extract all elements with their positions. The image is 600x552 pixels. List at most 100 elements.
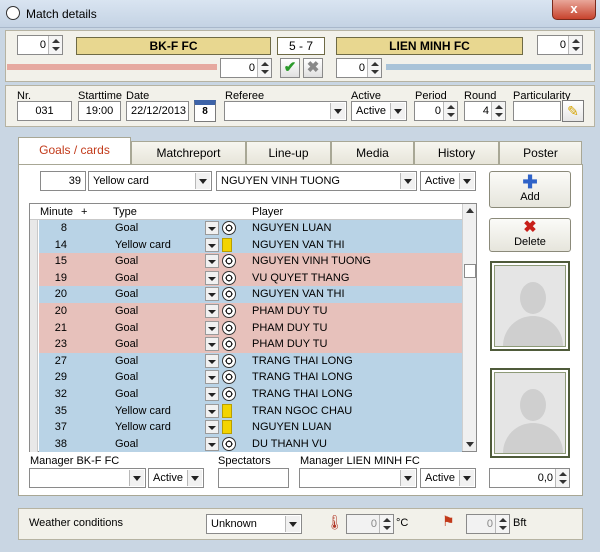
add-button[interactable]: ✚ Add	[489, 171, 571, 208]
home-score-spin[interactable]: 0	[17, 35, 63, 55]
row-minute: 15	[54, 255, 67, 268]
spin-arrows-icon[interactable]	[367, 59, 381, 77]
yellow-card-icon	[222, 420, 232, 435]
scrollbar-thumb[interactable]	[464, 264, 476, 278]
spin-arrows-icon[interactable]	[491, 102, 505, 120]
row-type: Goal	[115, 271, 139, 284]
table-row[interactable]: 35 Yellow card TRAN NGOC CHAU	[39, 402, 462, 420]
wind-spin[interactable]: 0	[466, 514, 510, 534]
manager-home-status-dropdown[interactable]: Active	[148, 468, 204, 488]
spin-arrows-icon[interactable]	[495, 515, 509, 533]
spin-arrows-icon[interactable]	[379, 515, 393, 533]
particularity-field[interactable]	[513, 101, 561, 121]
starttime-field[interactable]: 19:00	[78, 101, 121, 121]
delete-button[interactable]: ✖ Delete	[489, 218, 571, 252]
chevron-down-icon[interactable]	[205, 436, 219, 451]
table-row[interactable]: 8 Goal NGUYEN LUAN	[39, 220, 462, 237]
chevron-down-icon[interactable]	[400, 173, 415, 189]
weather-label: Weather conditions	[29, 517, 123, 529]
date-field[interactable]: 22/12/2013	[126, 101, 189, 121]
header-plus[interactable]: +	[81, 206, 87, 218]
rating-spin[interactable]: 0,0	[489, 468, 570, 488]
manager-away-status-dropdown[interactable]: Active	[420, 468, 476, 488]
table-row[interactable]: 23 Goal PHAM DUY TU	[39, 336, 462, 353]
player-dropdown[interactable]: NGUYEN VINH TUONG	[216, 171, 417, 191]
pencil-icon[interactable]: ✎	[562, 100, 584, 122]
close-button[interactable]: x	[552, 0, 596, 20]
chevron-down-icon[interactable]	[205, 370, 219, 385]
tab-line-up[interactable]: Line-up	[246, 141, 331, 165]
spin-arrows-icon[interactable]	[443, 102, 457, 120]
chevron-down-icon[interactable]	[205, 270, 219, 285]
calendar-icon[interactable]: 8	[194, 100, 216, 122]
tab-goals-cards[interactable]: Goals / cards	[18, 137, 131, 165]
table-row[interactable]: 21 Goal PHAM DUY TU	[39, 319, 462, 337]
away-score-spin[interactable]: 0	[537, 35, 583, 55]
row-player: DU THANH VU	[252, 437, 327, 450]
chevron-down-icon[interactable]	[205, 353, 219, 368]
chevron-down-icon[interactable]	[459, 470, 474, 486]
chevron-down-icon[interactable]	[285, 516, 300, 532]
manager-home-dropdown[interactable]	[29, 468, 146, 488]
table-row[interactable]: 20 Goal NGUYEN VAN THI	[39, 286, 462, 303]
chevron-down-icon[interactable]	[205, 420, 219, 435]
tab-history[interactable]: History	[414, 141, 499, 165]
chevron-down-icon[interactable]	[205, 304, 219, 318]
table-row[interactable]: 38 Goal DU THANH VU	[39, 435, 462, 452]
cross-icon[interactable]: ✖	[303, 58, 323, 78]
chevron-down-icon[interactable]	[390, 103, 405, 119]
chevron-down-icon[interactable]	[205, 237, 219, 252]
spectators-field[interactable]	[218, 468, 289, 488]
temperature-unit: °C	[396, 517, 409, 529]
spin-arrows-icon[interactable]	[555, 469, 569, 487]
chevron-down-icon[interactable]	[205, 337, 219, 352]
chevron-down-icon[interactable]	[205, 221, 219, 235]
ball-icon	[222, 353, 236, 368]
yellow-card-icon	[222, 237, 232, 252]
header-player[interactable]: Player	[252, 206, 283, 218]
chevron-down-icon[interactable]	[400, 470, 415, 486]
tab-poster[interactable]: Poster	[499, 141, 582, 165]
spin-arrows-icon[interactable]	[568, 36, 582, 54]
manager-away-dropdown[interactable]	[299, 468, 417, 488]
table-row[interactable]: 19 Goal VU QUYET THANG	[39, 269, 462, 287]
table-row[interactable]: 37 Yellow card NGUYEN LUAN	[39, 419, 462, 436]
chevron-down-icon[interactable]	[330, 103, 345, 119]
event-type-dropdown[interactable]: Yellow card	[88, 171, 212, 191]
header-minute[interactable]: Minute	[40, 206, 73, 218]
chevron-down-icon[interactable]	[195, 173, 210, 189]
minute-field[interactable]: 39	[40, 171, 86, 191]
weather-dropdown[interactable]: Unknown	[206, 514, 302, 534]
chevron-down-icon[interactable]	[129, 470, 144, 486]
checkmark-icon[interactable]: ✔	[280, 58, 300, 78]
tab-media[interactable]: Media	[331, 141, 414, 165]
temperature-spin[interactable]: 0	[346, 514, 394, 534]
table-row[interactable]: 32 Goal TRANG THAI LONG	[39, 386, 462, 403]
table-row[interactable]: 20 Goal PHAM DUY TU	[39, 303, 462, 320]
grid-scrollbar[interactable]	[462, 204, 476, 451]
table-row[interactable]: 27 Goal TRANG THAI LONG	[39, 352, 462, 370]
away-sub-spin[interactable]: 0	[336, 58, 382, 78]
chevron-down-icon[interactable]	[205, 403, 219, 418]
chevron-down-icon[interactable]	[205, 287, 219, 302]
spin-arrows-icon[interactable]	[257, 59, 271, 77]
home-sub-spin[interactable]: 0	[220, 58, 272, 78]
referee-dropdown[interactable]	[224, 101, 347, 121]
table-row[interactable]: 15 Goal NGUYEN VINH TUONG	[39, 253, 462, 270]
nr-field[interactable]: 031	[17, 101, 72, 121]
active-dropdown[interactable]: Active	[351, 101, 407, 121]
chevron-down-icon[interactable]	[187, 470, 202, 486]
spin-arrows-icon[interactable]	[48, 36, 62, 54]
chevron-down-icon[interactable]	[205, 387, 219, 401]
chevron-down-icon[interactable]	[459, 173, 474, 189]
event-status-dropdown[interactable]: Active	[420, 171, 476, 191]
header-type[interactable]: Type	[113, 206, 137, 218]
chevron-down-icon[interactable]	[205, 254, 219, 269]
period-spin[interactable]: 0	[414, 101, 458, 121]
round-spin[interactable]: 4	[464, 101, 506, 121]
table-row[interactable]: 14 Yellow card NGUYEN VAN THI	[39, 236, 462, 254]
chevron-down-icon[interactable]	[205, 320, 219, 335]
table-row[interactable]: 29 Goal TRANG THAI LONG	[39, 369, 462, 386]
row-minute: 14	[54, 238, 67, 251]
tab-matchreport[interactable]: Matchreport	[131, 141, 246, 165]
